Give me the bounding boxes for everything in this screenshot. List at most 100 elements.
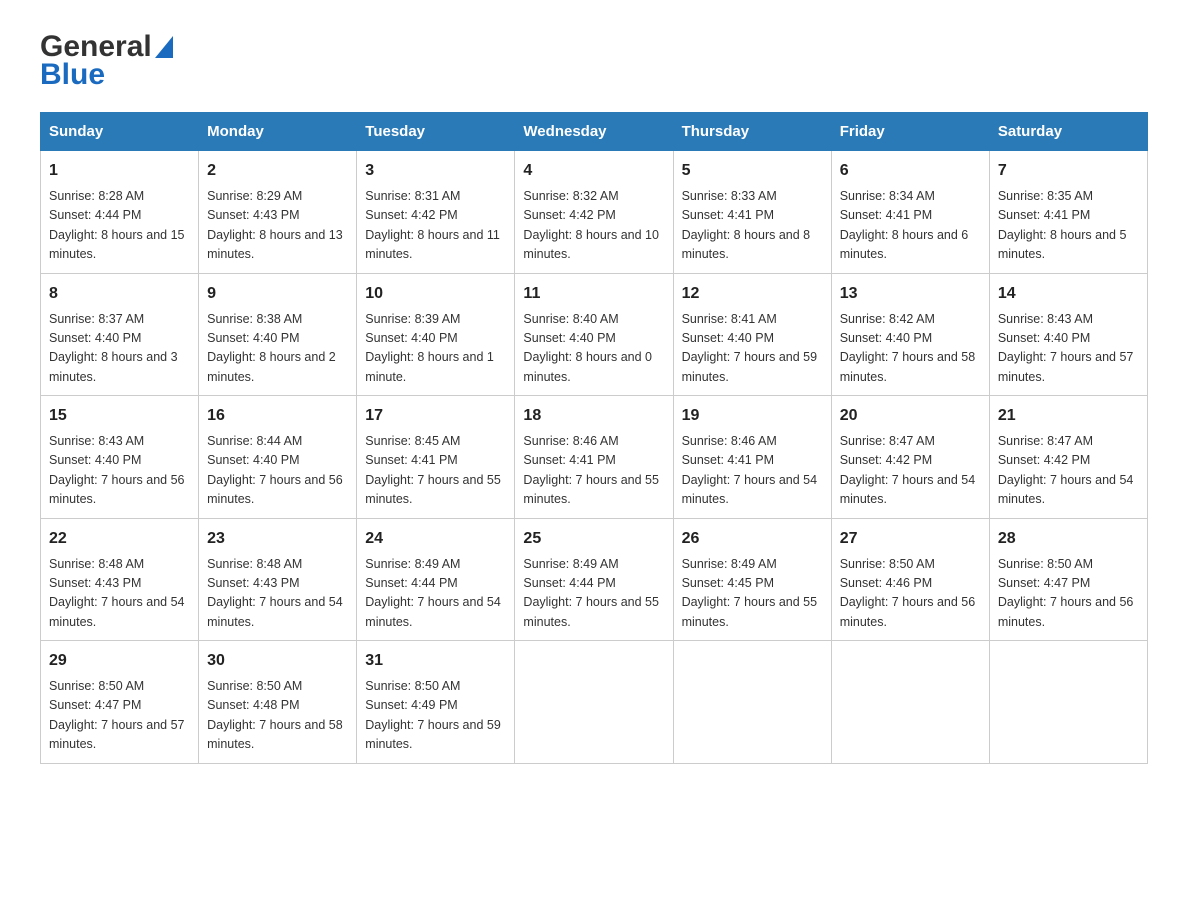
logo-triangle-icon	[155, 36, 173, 63]
logo-blue-text: Blue	[40, 58, 105, 92]
day-number: 28	[998, 527, 1139, 551]
day-number: 23	[207, 527, 348, 551]
day-info: Sunrise: 8:38 AM Sunset: 4:40 PM Dayligh…	[207, 310, 348, 388]
calendar-cell: 24 Sunrise: 8:49 AM Sunset: 4:44 PM Dayl…	[357, 518, 515, 641]
calendar-cell: 19 Sunrise: 8:46 AM Sunset: 4:41 PM Dayl…	[673, 396, 831, 519]
day-info: Sunrise: 8:50 AM Sunset: 4:48 PM Dayligh…	[207, 677, 348, 755]
column-header-wednesday: Wednesday	[515, 113, 673, 151]
day-number: 7	[998, 159, 1139, 183]
calendar-cell: 7 Sunrise: 8:35 AM Sunset: 4:41 PM Dayli…	[989, 151, 1147, 274]
day-number: 24	[365, 527, 506, 551]
day-info: Sunrise: 8:50 AM Sunset: 4:49 PM Dayligh…	[365, 677, 506, 755]
day-info: Sunrise: 8:47 AM Sunset: 4:42 PM Dayligh…	[840, 432, 981, 510]
day-number: 29	[49, 649, 190, 673]
day-number: 30	[207, 649, 348, 673]
calendar-table: SundayMondayTuesdayWednesdayThursdayFrid…	[40, 112, 1148, 764]
day-info: Sunrise: 8:29 AM Sunset: 4:43 PM Dayligh…	[207, 187, 348, 265]
day-number: 17	[365, 404, 506, 428]
day-number: 11	[523, 282, 664, 306]
day-info: Sunrise: 8:28 AM Sunset: 4:44 PM Dayligh…	[49, 187, 190, 265]
day-info: Sunrise: 8:32 AM Sunset: 4:42 PM Dayligh…	[523, 187, 664, 265]
day-number: 31	[365, 649, 506, 673]
calendar-cell: 25 Sunrise: 8:49 AM Sunset: 4:44 PM Dayl…	[515, 518, 673, 641]
calendar-week-row: 15 Sunrise: 8:43 AM Sunset: 4:40 PM Dayl…	[41, 396, 1148, 519]
calendar-cell: 14 Sunrise: 8:43 AM Sunset: 4:40 PM Dayl…	[989, 273, 1147, 396]
calendar-cell: 30 Sunrise: 8:50 AM Sunset: 4:48 PM Dayl…	[199, 641, 357, 764]
day-info: Sunrise: 8:46 AM Sunset: 4:41 PM Dayligh…	[682, 432, 823, 510]
day-info: Sunrise: 8:46 AM Sunset: 4:41 PM Dayligh…	[523, 432, 664, 510]
calendar-week-row: 8 Sunrise: 8:37 AM Sunset: 4:40 PM Dayli…	[41, 273, 1148, 396]
day-number: 21	[998, 404, 1139, 428]
day-info: Sunrise: 8:33 AM Sunset: 4:41 PM Dayligh…	[682, 187, 823, 265]
day-info: Sunrise: 8:34 AM Sunset: 4:41 PM Dayligh…	[840, 187, 981, 265]
calendar-cell: 28 Sunrise: 8:50 AM Sunset: 4:47 PM Dayl…	[989, 518, 1147, 641]
day-number: 4	[523, 159, 664, 183]
day-info: Sunrise: 8:35 AM Sunset: 4:41 PM Dayligh…	[998, 187, 1139, 265]
calendar-cell	[515, 641, 673, 764]
day-number: 2	[207, 159, 348, 183]
calendar-cell: 12 Sunrise: 8:41 AM Sunset: 4:40 PM Dayl…	[673, 273, 831, 396]
day-number: 15	[49, 404, 190, 428]
calendar-cell: 8 Sunrise: 8:37 AM Sunset: 4:40 PM Dayli…	[41, 273, 199, 396]
calendar-week-row: 1 Sunrise: 8:28 AM Sunset: 4:44 PM Dayli…	[41, 151, 1148, 274]
day-info: Sunrise: 8:49 AM Sunset: 4:44 PM Dayligh…	[523, 555, 664, 633]
day-number: 25	[523, 527, 664, 551]
day-number: 3	[365, 159, 506, 183]
calendar-cell: 4 Sunrise: 8:32 AM Sunset: 4:42 PM Dayli…	[515, 151, 673, 274]
day-number: 18	[523, 404, 664, 428]
calendar-cell: 9 Sunrise: 8:38 AM Sunset: 4:40 PM Dayli…	[199, 273, 357, 396]
calendar-cell: 27 Sunrise: 8:50 AM Sunset: 4:46 PM Dayl…	[831, 518, 989, 641]
column-header-sunday: Sunday	[41, 113, 199, 151]
day-info: Sunrise: 8:43 AM Sunset: 4:40 PM Dayligh…	[49, 432, 190, 510]
calendar-cell: 17 Sunrise: 8:45 AM Sunset: 4:41 PM Dayl…	[357, 396, 515, 519]
calendar-cell: 20 Sunrise: 8:47 AM Sunset: 4:42 PM Dayl…	[831, 396, 989, 519]
day-info: Sunrise: 8:49 AM Sunset: 4:44 PM Dayligh…	[365, 555, 506, 633]
day-info: Sunrise: 8:31 AM Sunset: 4:42 PM Dayligh…	[365, 187, 506, 265]
day-info: Sunrise: 8:43 AM Sunset: 4:40 PM Dayligh…	[998, 310, 1139, 388]
day-info: Sunrise: 8:48 AM Sunset: 4:43 PM Dayligh…	[207, 555, 348, 633]
calendar-cell: 31 Sunrise: 8:50 AM Sunset: 4:49 PM Dayl…	[357, 641, 515, 764]
calendar-cell: 26 Sunrise: 8:49 AM Sunset: 4:45 PM Dayl…	[673, 518, 831, 641]
day-info: Sunrise: 8:50 AM Sunset: 4:47 PM Dayligh…	[49, 677, 190, 755]
day-info: Sunrise: 8:50 AM Sunset: 4:46 PM Dayligh…	[840, 555, 981, 633]
column-header-thursday: Thursday	[673, 113, 831, 151]
column-header-tuesday: Tuesday	[357, 113, 515, 151]
day-info: Sunrise: 8:40 AM Sunset: 4:40 PM Dayligh…	[523, 310, 664, 388]
day-info: Sunrise: 8:42 AM Sunset: 4:40 PM Dayligh…	[840, 310, 981, 388]
day-info: Sunrise: 8:41 AM Sunset: 4:40 PM Dayligh…	[682, 310, 823, 388]
day-info: Sunrise: 8:48 AM Sunset: 4:43 PM Dayligh…	[49, 555, 190, 633]
calendar-cell: 13 Sunrise: 8:42 AM Sunset: 4:40 PM Dayl…	[831, 273, 989, 396]
column-header-saturday: Saturday	[989, 113, 1147, 151]
day-number: 16	[207, 404, 348, 428]
calendar-cell	[831, 641, 989, 764]
day-number: 14	[998, 282, 1139, 306]
day-info: Sunrise: 8:50 AM Sunset: 4:47 PM Dayligh…	[998, 555, 1139, 633]
calendar-cell	[673, 641, 831, 764]
calendar-cell: 10 Sunrise: 8:39 AM Sunset: 4:40 PM Dayl…	[357, 273, 515, 396]
day-number: 9	[207, 282, 348, 306]
calendar-header-row: SundayMondayTuesdayWednesdayThursdayFrid…	[41, 113, 1148, 151]
calendar-week-row: 22 Sunrise: 8:48 AM Sunset: 4:43 PM Dayl…	[41, 518, 1148, 641]
day-number: 20	[840, 404, 981, 428]
calendar-cell	[989, 641, 1147, 764]
day-number: 19	[682, 404, 823, 428]
day-number: 10	[365, 282, 506, 306]
calendar-cell: 22 Sunrise: 8:48 AM Sunset: 4:43 PM Dayl…	[41, 518, 199, 641]
day-info: Sunrise: 8:45 AM Sunset: 4:41 PM Dayligh…	[365, 432, 506, 510]
day-number: 22	[49, 527, 190, 551]
logo: General Blue	[40, 30, 173, 92]
calendar-cell: 2 Sunrise: 8:29 AM Sunset: 4:43 PM Dayli…	[199, 151, 357, 274]
calendar-cell: 5 Sunrise: 8:33 AM Sunset: 4:41 PM Dayli…	[673, 151, 831, 274]
calendar-cell: 29 Sunrise: 8:50 AM Sunset: 4:47 PM Dayl…	[41, 641, 199, 764]
day-info: Sunrise: 8:49 AM Sunset: 4:45 PM Dayligh…	[682, 555, 823, 633]
day-number: 13	[840, 282, 981, 306]
calendar-cell: 1 Sunrise: 8:28 AM Sunset: 4:44 PM Dayli…	[41, 151, 199, 274]
calendar-week-row: 29 Sunrise: 8:50 AM Sunset: 4:47 PM Dayl…	[41, 641, 1148, 764]
calendar-cell: 21 Sunrise: 8:47 AM Sunset: 4:42 PM Dayl…	[989, 396, 1147, 519]
page-header: General Blue	[40, 30, 1148, 92]
day-number: 6	[840, 159, 981, 183]
day-info: Sunrise: 8:47 AM Sunset: 4:42 PM Dayligh…	[998, 432, 1139, 510]
column-header-monday: Monday	[199, 113, 357, 151]
calendar-cell: 15 Sunrise: 8:43 AM Sunset: 4:40 PM Dayl…	[41, 396, 199, 519]
day-info: Sunrise: 8:44 AM Sunset: 4:40 PM Dayligh…	[207, 432, 348, 510]
